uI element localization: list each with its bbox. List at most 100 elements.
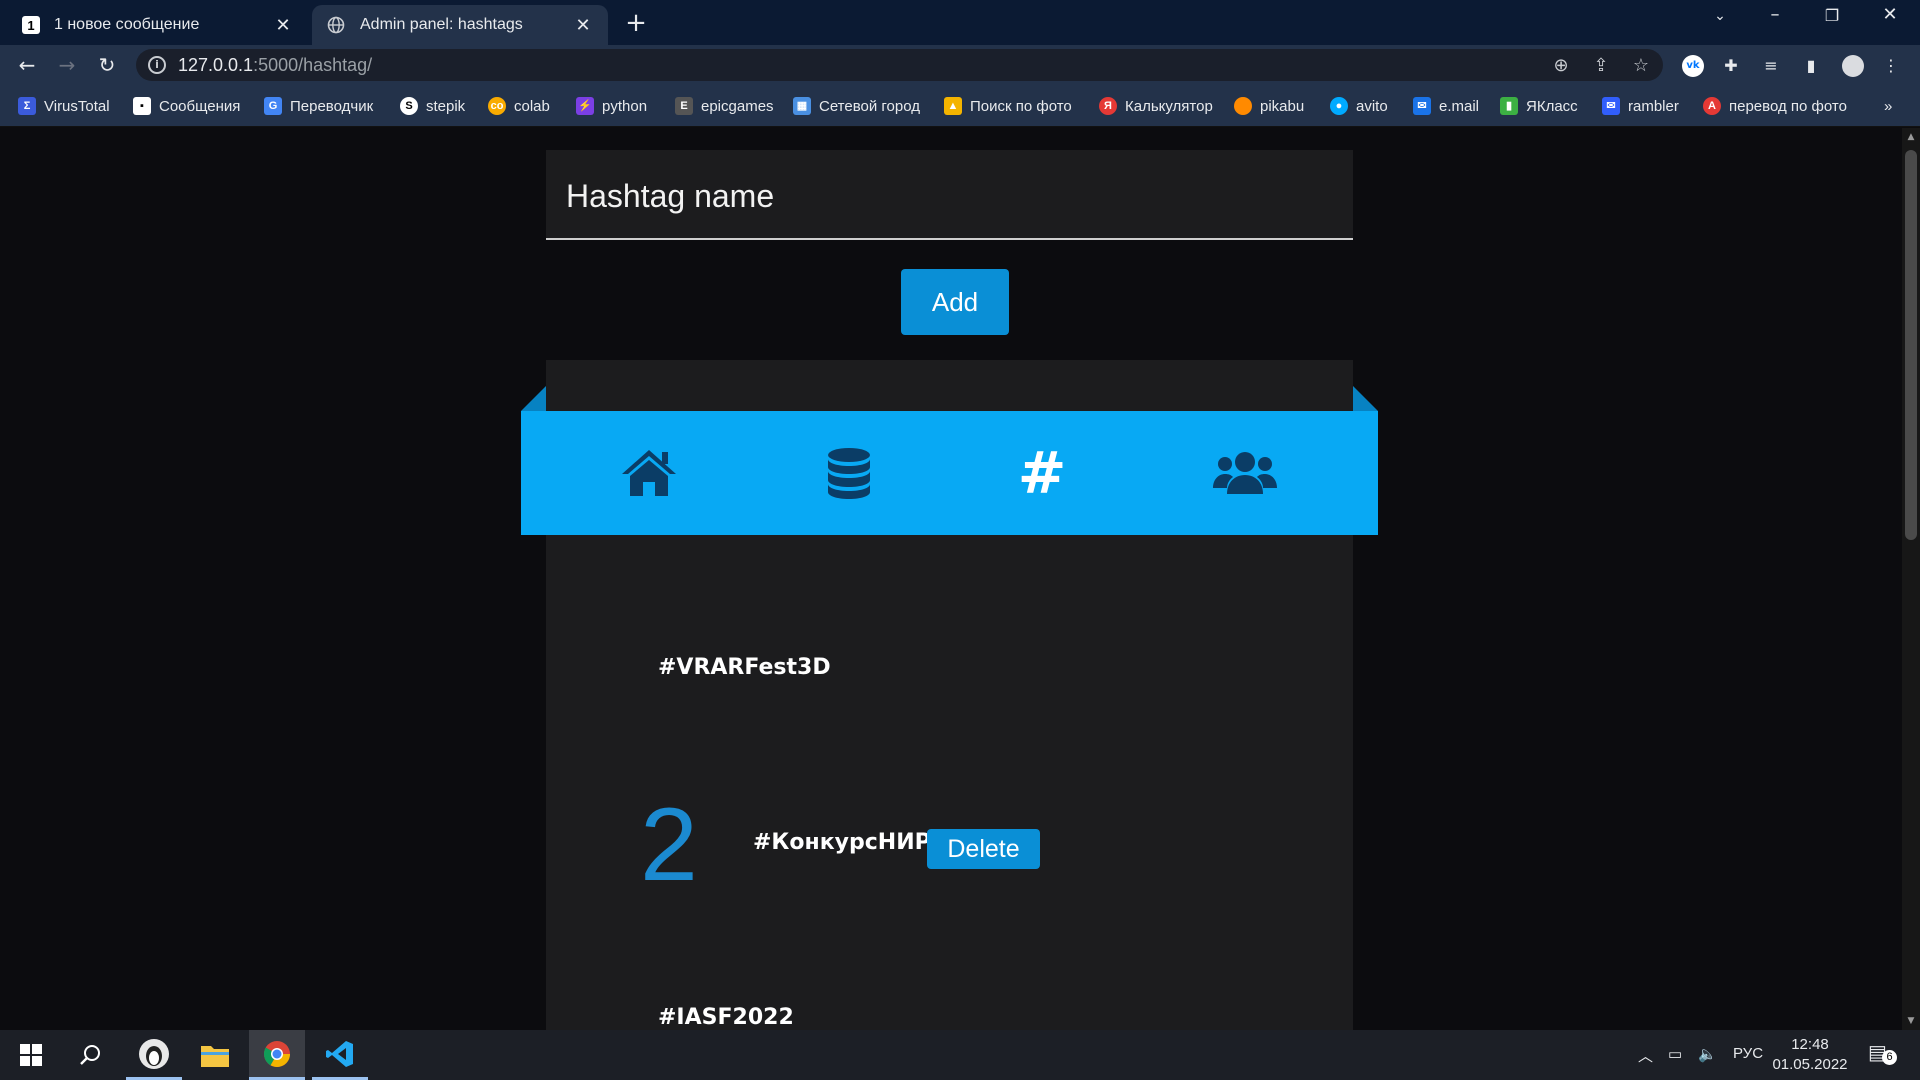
ribbon-fold-right xyxy=(1353,386,1378,411)
bookmark-messages[interactable]: ▪ Сообщения xyxy=(133,95,240,117)
tab-title: 1 новое сообщение xyxy=(54,16,200,33)
volume-icon[interactable]: 🔈 xyxy=(1698,1045,1717,1063)
extensions-puzzle-icon[interactable]: ✚ xyxy=(1720,55,1742,77)
page-viewport: Hashtag name Add # #VRARFest3D 2 #Конкур… xyxy=(0,128,1902,1030)
windows-taskbar: ︿ ▭ 🔈 РУС 12:48 01.05.2022 ▤ 6 xyxy=(0,1030,1920,1080)
bookmarks-bar: Σ VirusTotal ▪ Сообщения G Переводчик Sstep… xyxy=(0,85,1920,127)
window-close-icon[interactable]: ✕ xyxy=(1870,4,1910,25)
yaklass-icon: ▮ xyxy=(1500,97,1518,115)
bookmark-epicgames[interactable]: Eepicgames xyxy=(675,95,774,117)
site-info-icon[interactable]: i xyxy=(148,56,166,74)
yandex-icon: Я xyxy=(1099,97,1117,115)
battery-icon[interactable]: ▭ xyxy=(1668,1045,1682,1063)
database-icon xyxy=(828,448,870,499)
nav-hashtags[interactable]: # xyxy=(1010,443,1074,503)
url-text: 127.0.0.1:5000/hashtag/ xyxy=(178,55,373,75)
tab-messages[interactable]: 1 1 новое сообщение ✕ xyxy=(8,5,308,45)
taskbar-chrome[interactable] xyxy=(249,1030,305,1080)
minimize-icon[interactable]: – xyxy=(1755,4,1795,25)
vscode-icon xyxy=(326,1040,353,1067)
mail-icon: ✉ xyxy=(1413,97,1431,115)
system-clock[interactable]: 12:48 01.05.2022 xyxy=(1770,1035,1850,1075)
bookmarks-overflow-chevron[interactable]: » xyxy=(1884,95,1892,117)
browser-toolbar: ← → ↻ i 127.0.0.1:5000/hashtag/ ⊕ ⇪ ☆ vk… xyxy=(0,45,1920,85)
bookmark-translator[interactable]: G Переводчик xyxy=(264,95,373,117)
hashtag-index-number: 2 xyxy=(640,787,698,903)
hashtag-icon: # xyxy=(1017,439,1067,507)
tab-search-chevron-icon[interactable]: ⌄ xyxy=(1700,8,1740,24)
delete-button[interactable]: Delete xyxy=(927,829,1040,869)
photo-translate-icon: A xyxy=(1703,97,1721,115)
tab-close-icon[interactable]: ✕ xyxy=(272,15,294,36)
scroll-down-arrow-icon[interactable]: ▼ xyxy=(1902,1016,1920,1026)
hashtag-name-input[interactable]: Hashtag name xyxy=(546,150,1353,240)
hashtag-item: #IASF2022 xyxy=(658,1005,794,1030)
menu-kebab-icon[interactable]: ⋮ xyxy=(1880,55,1902,77)
search-icon xyxy=(80,1045,100,1065)
bookmark-yaklass[interactable]: ▮ ЯКласс xyxy=(1500,95,1578,117)
forward-arrow-icon[interactable]: → xyxy=(52,51,82,81)
bookmark-calculator[interactable]: Я Калькулятор xyxy=(1099,95,1213,117)
taskbar-vscode[interactable] xyxy=(312,1030,368,1080)
bookmark-virustotal[interactable]: Σ VirusTotal xyxy=(18,95,110,117)
taskbar-app-penguin[interactable] xyxy=(126,1030,182,1080)
tab-strip: 1 1 новое сообщение ✕ Admin panel: hasht… xyxy=(0,0,1920,45)
input-language[interactable]: РУС xyxy=(1733,1045,1763,1062)
avito-icon: ● xyxy=(1330,97,1348,115)
nav-users[interactable] xyxy=(1213,443,1277,503)
search-button[interactable] xyxy=(62,1030,118,1080)
translate-icon: G xyxy=(264,97,282,115)
media-queue-icon[interactable]: ≡ xyxy=(1760,55,1782,77)
vk-extension-icon[interactable]: vk xyxy=(1682,55,1704,77)
python-icon: ⚡ xyxy=(576,97,594,115)
taskbar-file-explorer[interactable] xyxy=(187,1030,243,1080)
bookmark-avito[interactable]: ● avito xyxy=(1330,95,1388,117)
add-button[interactable]: Add xyxy=(901,269,1009,335)
bookmark-photo-translate[interactable]: Aперевод по фото xyxy=(1703,95,1847,117)
stepik-icon: S xyxy=(400,97,418,115)
start-button[interactable] xyxy=(3,1030,59,1080)
ribbon-fold-left xyxy=(521,386,546,411)
side-panel-icon[interactable]: ▮ xyxy=(1800,55,1822,77)
colab-icon: co xyxy=(488,97,506,115)
tab-close-icon[interactable]: ✕ xyxy=(572,15,594,36)
profile-avatar[interactable] xyxy=(1842,55,1864,77)
tab-favicon: 1 xyxy=(22,16,40,34)
bookmark-colab[interactable]: co colab xyxy=(488,95,550,117)
tray-overflow-chevron-icon[interactable]: ︿ xyxy=(1638,1045,1653,1066)
bookmark-star-icon[interactable]: ☆ xyxy=(1628,55,1654,76)
photo-search-icon: ▲ xyxy=(944,97,962,115)
bookmark-pikabu[interactable]: pikabu xyxy=(1234,95,1304,117)
scroll-up-arrow-icon[interactable]: ▲ xyxy=(1902,132,1920,142)
nav-database[interactable] xyxy=(817,443,881,503)
notification-count: 6 xyxy=(1882,1050,1897,1065)
reload-icon[interactable]: ↻ xyxy=(92,51,122,81)
bookmark-email[interactable]: ✉ e.mail xyxy=(1413,95,1479,117)
scrollbar-thumb[interactable] xyxy=(1905,150,1917,540)
tab-title: Admin panel: hashtags xyxy=(360,16,523,33)
rambler-icon: ✉ xyxy=(1602,97,1620,115)
bookmark-rambler[interactable]: ✉ rambler xyxy=(1602,95,1679,117)
tab-admin-panel[interactable]: Admin panel: hashtags ✕ xyxy=(312,5,608,45)
bookmark-network-city[interactable]: ▦ Сетевой город xyxy=(793,95,920,117)
epicgames-icon: E xyxy=(675,97,693,115)
page-scrollbar[interactable]: ▲ ▼ xyxy=(1902,128,1920,1030)
notifications-button[interactable]: ▤ 6 xyxy=(1868,1040,1898,1070)
chat-icon: ▪ xyxy=(133,97,151,115)
hashtag-item: #VRARFest3D xyxy=(658,655,831,680)
clock-time: 12:48 xyxy=(1791,1036,1829,1053)
back-arrow-icon[interactable]: ← xyxy=(12,51,42,81)
zoom-icon[interactable]: ⊕ xyxy=(1548,55,1574,76)
clock-date: 01.05.2022 xyxy=(1772,1056,1848,1073)
network-city-icon: ▦ xyxy=(793,97,811,115)
nav-home[interactable] xyxy=(617,443,681,503)
restore-icon[interactable]: ❐ xyxy=(1812,6,1852,25)
windows-logo-icon xyxy=(20,1044,42,1066)
share-icon[interactable]: ⇪ xyxy=(1588,55,1614,76)
bookmark-python[interactable]: ⚡ python xyxy=(576,95,647,117)
address-bar[interactable]: i 127.0.0.1:5000/hashtag/ ⊕ ⇪ ☆ xyxy=(136,49,1663,81)
hashtag-name-label: Hashtag name xyxy=(566,178,775,214)
new-tab-button[interactable]: + xyxy=(620,8,652,38)
bookmark-stepik[interactable]: Sstepik xyxy=(400,95,465,117)
bookmark-photo-search[interactable]: ▲ Поиск по фото xyxy=(944,95,1072,117)
